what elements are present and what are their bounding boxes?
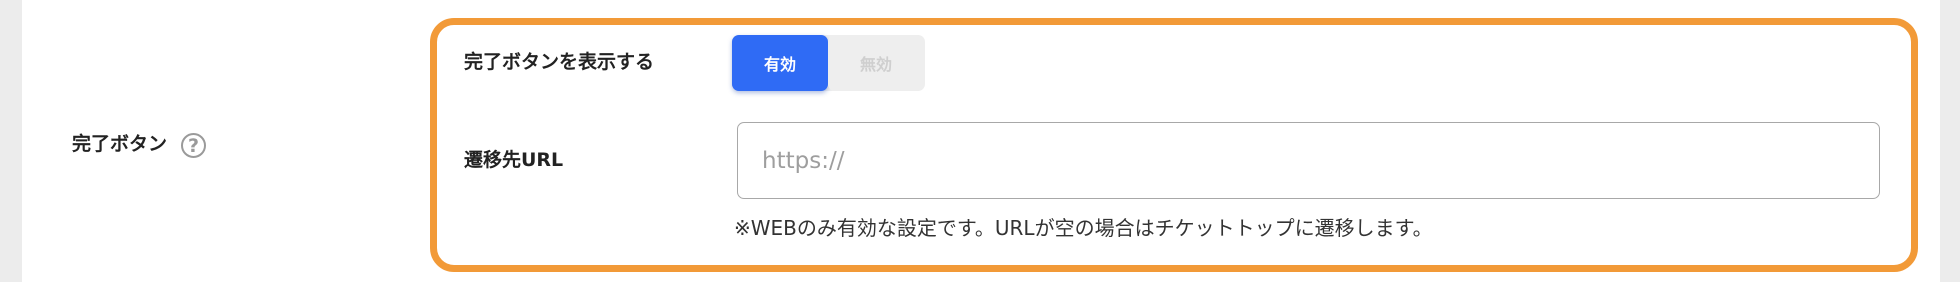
complete-button-label: 完了ボタン (72, 133, 168, 155)
show-complete-button-toggle: 有効 無効 (732, 35, 925, 91)
redirect-url-note: ※WEBのみ有効な設定です。URLが空の場合はチケットトップに遷移します。 (734, 216, 1433, 240)
setting-row-label: 完了ボタン ? (72, 130, 207, 158)
help-icon[interactable]: ? (181, 133, 207, 158)
enabled-option-button[interactable]: 有効 (732, 35, 828, 91)
redirect-url-label: 遷移先URL (464, 149, 564, 171)
redirect-url-input[interactable] (737, 122, 1880, 199)
disabled-option-button[interactable]: 無効 (828, 35, 924, 91)
show-complete-button-label: 完了ボタンを表示する (464, 51, 655, 73)
